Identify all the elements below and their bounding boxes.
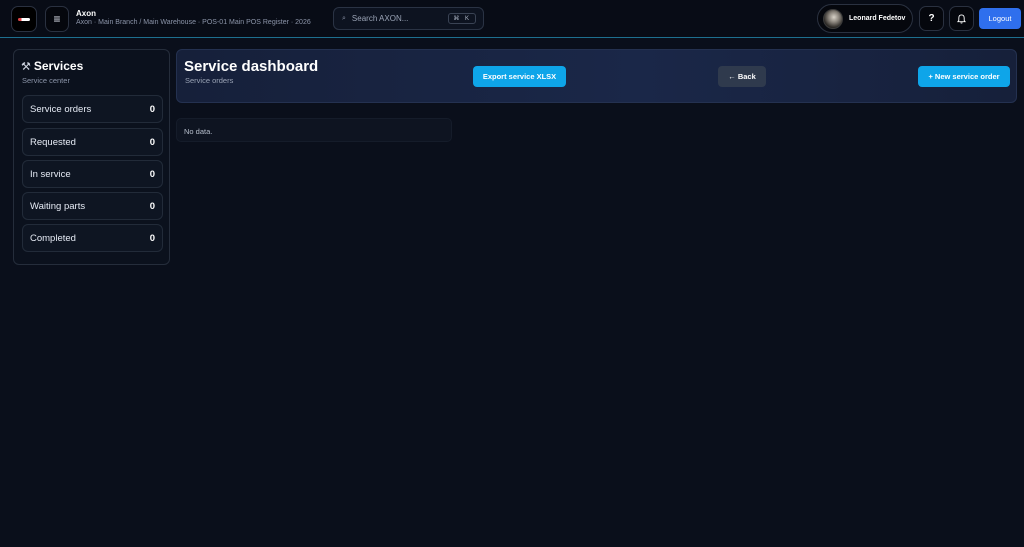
menu-button[interactable]: ≡	[45, 6, 69, 32]
sidebar-item-label: Requested	[30, 136, 76, 148]
app-title: Axon	[76, 9, 96, 18]
search-icon: ⌕	[342, 14, 346, 22]
sidebar-item-completed[interactable]: Completed 0	[22, 224, 163, 252]
search-placeholder[interactable]: Search AXON...	[352, 14, 448, 23]
services-sidebar: ⚒ Services Service center Service orders…	[13, 49, 170, 265]
search-box[interactable]: ⌕ Search AXON... ⌘ K	[333, 7, 484, 30]
help-button[interactable]: ?	[919, 6, 944, 31]
sidebar-item-in-service[interactable]: In service 0	[22, 160, 163, 188]
sidebar-title-text: Services	[33, 59, 84, 73]
sidebar-item-waiting-parts[interactable]: Waiting parts 0	[22, 192, 163, 220]
avatar	[823, 8, 843, 29]
sidebar-subtitle: Service center	[22, 76, 70, 85]
sidebar-item-label: In service	[30, 168, 71, 180]
sidebar-item-count: 0	[149, 168, 155, 180]
sidebar-title: ⚒ Services	[21, 59, 83, 73]
sidebar-item-label: Completed	[30, 232, 76, 244]
search-shortcut: ⌘ K	[448, 13, 476, 24]
page-subtitle: Service orders	[185, 76, 234, 85]
notifications-button[interactable]	[949, 6, 974, 31]
sidebar-item-requested[interactable]: Requested 0	[22, 128, 163, 156]
hamburger-icon: ≡	[53, 12, 61, 26]
app-logo-button[interactable]	[11, 6, 37, 32]
tools-icon: ⚒	[21, 60, 31, 73]
sidebar-item-label: Service orders	[30, 103, 92, 115]
top-bar: ≡ Axon Axon · Main Branch / Main Warehou…	[0, 0, 1024, 38]
user-name: Leonard Fedetov	[849, 15, 906, 22]
sidebar-item-count: 0	[149, 232, 155, 244]
sidebar-item-count: 0	[149, 200, 155, 212]
sidebar-item-count: 0	[149, 103, 155, 115]
sidebar-item-count: 0	[149, 136, 155, 148]
back-button[interactable]: ← Back	[718, 66, 766, 87]
page-title: Service dashboard	[184, 58, 319, 75]
logo-icon	[18, 17, 30, 21]
logout-button[interactable]: Logout	[979, 8, 1021, 29]
help-icon: ?	[928, 13, 935, 24]
bell-icon	[957, 13, 966, 24]
app-context: Axon · Main Branch / Main Warehouse · PO…	[76, 19, 311, 26]
empty-state: No data.	[176, 118, 452, 142]
sidebar-item-service-orders[interactable]: Service orders 0	[22, 95, 163, 123]
new-service-order-button[interactable]: + New service order	[918, 66, 1010, 87]
sidebar-item-label: Waiting parts	[30, 200, 86, 212]
export-xlsx-button[interactable]: Export service XLSX	[473, 66, 566, 87]
user-menu[interactable]: Leonard Fedetov	[817, 4, 913, 33]
page-header: Service dashboard Service orders Export …	[176, 49, 1017, 103]
